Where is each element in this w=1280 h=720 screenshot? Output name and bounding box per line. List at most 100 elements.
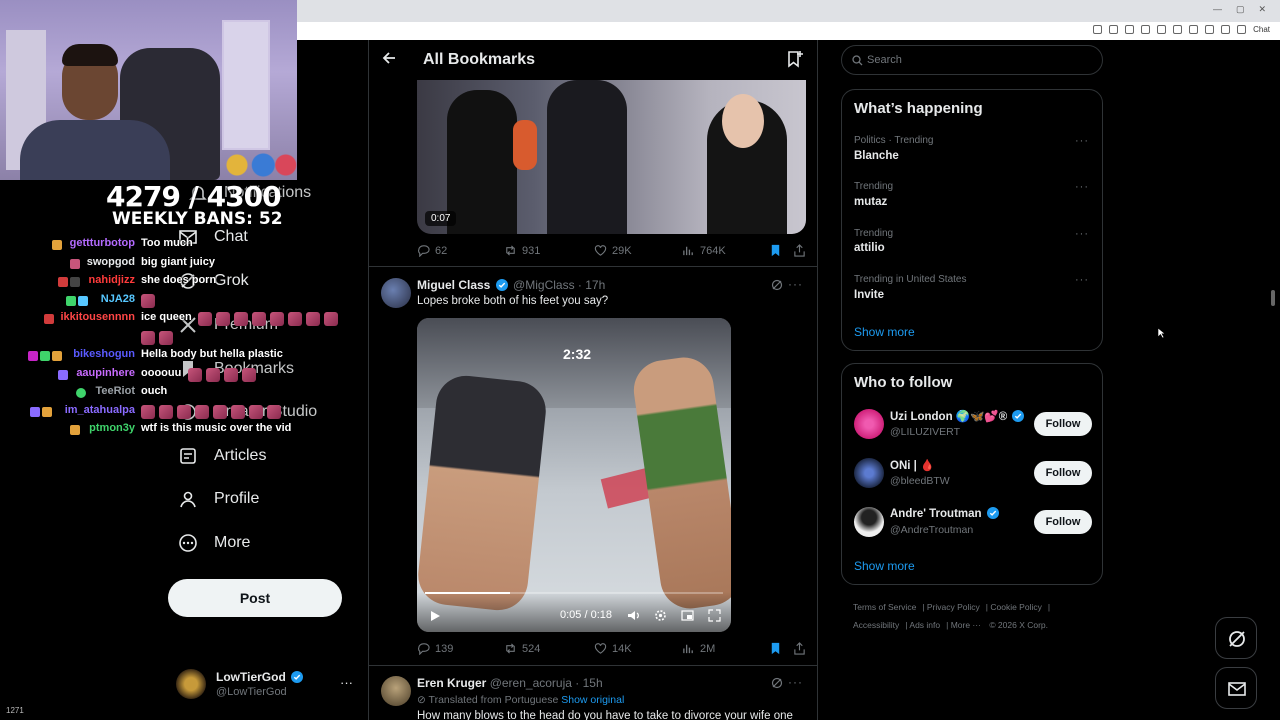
trend-topic: Invite: [854, 289, 885, 301]
bookmark-filled-icon: [771, 642, 780, 655]
chat-username: aaupinhere: [76, 366, 135, 379]
views-button[interactable]: 764K: [682, 244, 726, 257]
extension-icon[interactable]: [1157, 25, 1167, 34]
more-icon[interactable]: ···: [1075, 181, 1089, 193]
pip-icon[interactable]: [681, 609, 694, 622]
avatar[interactable]: [381, 278, 411, 308]
video-duration: 0:07: [425, 211, 457, 226]
grok-icon[interactable]: [771, 677, 783, 689]
extension-icon[interactable]: [1189, 25, 1199, 34]
more-icon[interactable]: ···: [1075, 135, 1089, 147]
avatar[interactable]: [854, 409, 884, 439]
minimize-icon[interactable]: —: [1213, 4, 1222, 15]
trends-show-more[interactable]: Show more: [854, 325, 915, 339]
tweet-author[interactable]: Eren Kruger: [417, 676, 486, 690]
tweet-time[interactable]: · 15h: [575, 676, 602, 690]
follow-button[interactable]: Follow: [1034, 412, 1092, 436]
like-button[interactable]: 29K: [594, 244, 632, 257]
emote-icon: [270, 312, 284, 327]
menu-icon[interactable]: [1237, 25, 1247, 34]
tweet-author[interactable]: Miguel Class: [417, 278, 490, 292]
extension-icon[interactable]: [1125, 25, 1135, 34]
profile-icon[interactable]: [1221, 25, 1231, 34]
volume-icon[interactable]: [627, 609, 640, 622]
reply-button[interactable]: 139: [417, 642, 453, 655]
bookmark-button[interactable]: [769, 642, 782, 655]
more-icon[interactable]: ···: [340, 675, 353, 690]
show-original-link[interactable]: Show original: [561, 694, 624, 706]
more-icon[interactable]: ···: [1075, 274, 1089, 286]
divider: [369, 266, 817, 267]
close-icon[interactable]: ✕: [1258, 4, 1266, 15]
chat-text: ouch: [141, 385, 168, 398]
heart-icon: [594, 643, 607, 654]
footer-link[interactable]: More ···: [951, 620, 981, 630]
analytics-icon: [683, 644, 693, 654]
nav-profile[interactable]: Profile: [178, 489, 259, 509]
repost-button[interactable]: 524: [504, 642, 540, 655]
viewer-count: 1271: [6, 706, 24, 715]
footer-link[interactable]: Terms of Service: [853, 602, 916, 612]
messages-fab-button[interactable]: [1215, 667, 1257, 709]
chat-message: TeeRiot ouch: [22, 385, 342, 404]
page-scrollbar[interactable]: [1271, 290, 1275, 306]
settings-icon[interactable]: [654, 609, 667, 622]
tweet-video[interactable]: 0:07: [417, 80, 806, 234]
fullscreen-icon[interactable]: [708, 609, 721, 622]
more-icon[interactable]: ···: [788, 675, 803, 689]
more-icon[interactable]: ···: [788, 277, 803, 291]
star-icon[interactable]: [1141, 25, 1151, 34]
window-controls[interactable]: — ▢ ✕: [1213, 4, 1266, 15]
tweet-video[interactable]: 2:32 0:05 / 0:18: [417, 318, 731, 632]
browser-chat-button[interactable]: Chat: [1253, 25, 1270, 34]
add-to-folder-icon[interactable]: [786, 50, 804, 68]
nav-articles[interactable]: Articles: [178, 446, 266, 466]
footer-link[interactable]: Accessibility: [853, 620, 899, 630]
bookmark-button[interactable]: [769, 244, 782, 257]
follow-button[interactable]: Follow: [1034, 510, 1092, 534]
tweet-handle[interactable]: @MigClass: [513, 278, 575, 292]
search-input[interactable]: Search: [841, 45, 1103, 75]
nav-more[interactable]: More: [178, 533, 250, 553]
trend-topic: mutaz: [854, 196, 888, 208]
footer-link[interactable]: Ads info: [909, 620, 940, 630]
repost-button[interactable]: 931: [504, 244, 540, 257]
extension-icon[interactable]: [1173, 25, 1183, 34]
extension-icon[interactable]: [1109, 25, 1119, 34]
like-button[interactable]: 14K: [594, 642, 632, 655]
repost-icon: [506, 245, 515, 256]
avatar[interactable]: [381, 676, 411, 706]
footer-link[interactable]: Privacy Policy: [927, 602, 980, 612]
extension-icon[interactable]: [1205, 25, 1215, 34]
share-button[interactable]: [793, 642, 806, 655]
account-switcher[interactable]: LowTierGod @LowTierGod ···: [176, 667, 366, 705]
avatar[interactable]: [854, 458, 884, 488]
tweet-handle[interactable]: @eren_acoruja: [490, 676, 572, 690]
maximize-icon[interactable]: ▢: [1236, 4, 1245, 15]
post-button[interactable]: Post: [168, 579, 342, 617]
video-overlay-timer: 2:32: [563, 346, 592, 362]
who-to-follow-show-more[interactable]: Show more: [854, 559, 915, 573]
play-icon[interactable]: [429, 610, 441, 622]
weekly-bans: WEEKLY BANS: 52: [112, 209, 283, 229]
trend-topic: attilio: [854, 242, 885, 254]
chat-message: NJA28: [22, 293, 342, 312]
extension-icon[interactable]: [1093, 25, 1103, 34]
share-button[interactable]: [793, 244, 806, 257]
more-icon[interactable]: ···: [1075, 228, 1089, 240]
footer-link[interactable]: Cookie Policy: [990, 602, 1042, 612]
grok-fab-button[interactable]: [1215, 617, 1257, 659]
chat-username: ptmon3y: [89, 422, 135, 435]
tweet-text: How many blows to the head do you have t…: [417, 710, 793, 720]
chat-username: gettturbotop: [69, 237, 135, 249]
avatar[interactable]: [854, 507, 884, 537]
badge-icon: [52, 240, 62, 250]
back-arrow-icon[interactable]: [381, 50, 397, 66]
views-button[interactable]: 2M: [682, 642, 715, 655]
chat-text: big giant juicy: [141, 255, 215, 268]
tweet-time[interactable]: · 17h: [578, 278, 605, 292]
emote-icon: [141, 293, 155, 308]
follow-button[interactable]: Follow: [1034, 461, 1092, 485]
grok-icon[interactable]: [771, 279, 783, 291]
reply-button[interactable]: 62: [417, 244, 447, 257]
